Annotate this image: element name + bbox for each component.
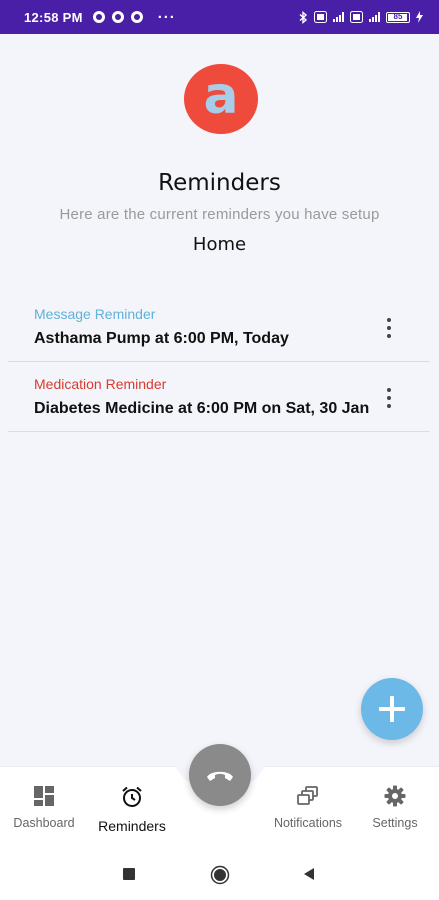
vowifi-icon (314, 11, 327, 23)
gear-icon (384, 785, 406, 807)
status-bar: 12:58 PM ··· 85 (0, 0, 439, 34)
nav-item-dashboard[interactable]: Dashboard (10, 785, 78, 830)
logo-letter: a (203, 66, 239, 126)
reminder-text: Asthama Pump at 6:00 PM, Today (34, 330, 289, 347)
status-time: 12:58 PM (24, 9, 83, 25)
plus-icon (379, 696, 405, 722)
notification-icon (130, 11, 143, 23)
signal-icon (369, 12, 380, 22)
reminder-type-label: Message Reminder (34, 306, 156, 322)
notification-icon (92, 11, 105, 23)
more-notifications-icon: ··· (157, 8, 176, 26)
status-icons: 85 (299, 10, 423, 24)
reminder-type-label: Medication Reminder (34, 376, 167, 392)
home-circle-icon[interactable] (210, 865, 230, 890)
back-triangle-icon[interactable] (302, 867, 316, 886)
recents-square-icon[interactable] (122, 867, 136, 886)
reminder-item[interactable]: Message Reminder Asthama Pump at 6:00 PM… (8, 292, 430, 362)
notifications-icon (297, 786, 318, 805)
nav-item-settings[interactable]: Settings (364, 785, 426, 830)
more-vertical-icon[interactable] (384, 318, 394, 338)
nav-label: Settings (372, 816, 418, 830)
notification-icon (111, 11, 124, 23)
battery-percentage: 85 (393, 11, 403, 21)
bluetooth-icon (299, 10, 308, 24)
nav-label: Reminders (98, 818, 166, 834)
location-label: Home (192, 234, 247, 255)
call-button[interactable] (189, 744, 251, 806)
nav-label: Notifications (273, 816, 343, 830)
reminder-item[interactable]: Medication Reminder Diabetes Medicine at… (8, 362, 430, 432)
page-title: Reminders (158, 170, 281, 196)
nav-item-notifications[interactable]: Notifications (266, 785, 350, 830)
system-nav-bar (0, 850, 439, 900)
add-reminder-button[interactable] (361, 678, 423, 740)
dashboard-icon (34, 786, 54, 806)
charging-icon (416, 11, 423, 23)
page-subtitle: Here are the current reminders you have … (59, 206, 380, 223)
alarm-clock-icon (122, 786, 142, 807)
signal-icon (333, 12, 344, 22)
app-logo: a (184, 64, 258, 134)
more-vertical-icon[interactable] (384, 388, 394, 408)
nav-item-reminders[interactable]: Reminders (92, 785, 172, 834)
reminder-text: Diabetes Medicine at 6:00 PM on Sat, 30 … (34, 400, 370, 417)
battery-icon: 85 (386, 11, 410, 23)
reminder-list: Message Reminder Asthama Pump at 6:00 PM… (8, 292, 430, 432)
vowifi-icon (350, 11, 363, 23)
phone-hangup-icon (207, 771, 233, 781)
nav-label: Dashboard (13, 816, 75, 830)
